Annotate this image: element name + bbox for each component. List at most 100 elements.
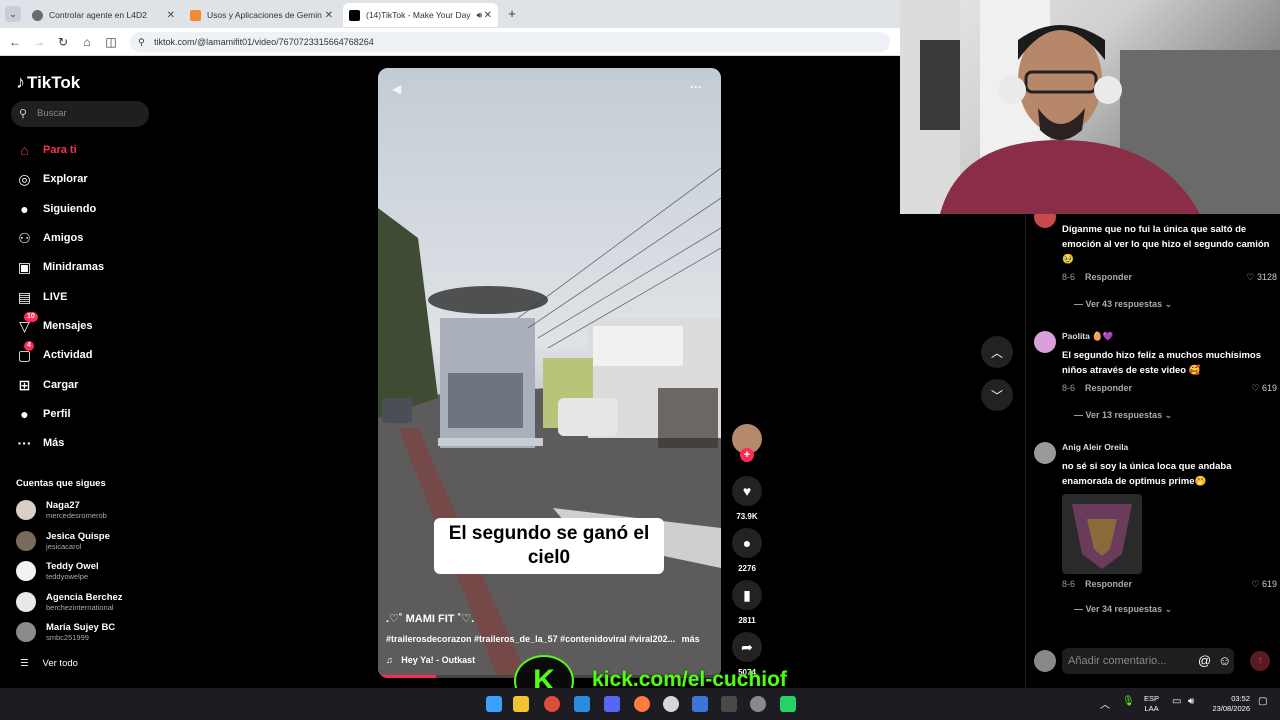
sidebar-item-para-ti[interactable]: ⌂ Para ti <box>16 140 76 160</box>
clock[interactable]: 03:52 23/08/2026 <box>1206 694 1250 714</box>
sidebar-item-cargar[interactable]: ⊞ Cargar <box>16 375 79 395</box>
new-tab-button[interactable]: + <box>503 5 521 23</box>
avatar <box>16 561 36 581</box>
next-video-button[interactable]: ﹀ <box>981 379 1013 411</box>
browser-tab-tiktok[interactable]: (14)TikTok - Make Your Day 🔊︎ ✕ <box>343 3 498 27</box>
tab-list-button[interactable]: ⌄ <box>5 6 21 22</box>
sidebar-toggle-icon[interactable]: ◫ <box>103 34 119 50</box>
home-icon[interactable]: ⌂ <box>79 34 95 50</box>
view-replies-button[interactable]: — Ver 13 respuestas ⌄ <box>1074 410 1172 421</box>
sidebar-item-explorar[interactable]: ◎ Explorar <box>16 169 87 189</box>
file-explorer-icon[interactable] <box>513 696 529 712</box>
sidebar-item-perfil[interactable]: ● Perfil <box>16 404 70 424</box>
comment-sticker-image[interactable] <box>1062 494 1142 574</box>
hashtags-text[interactable]: #trailerosdecorazon #traileros_de_la_57 … <box>386 634 675 644</box>
volume-icon[interactable]: 🔊︎ <box>1188 696 1194 707</box>
reply-button[interactable]: Responder <box>1085 579 1132 590</box>
video-more-options-icon[interactable]: ··· <box>690 80 702 94</box>
mute-icon[interactable]: ◀ <box>392 82 401 96</box>
sidebar-item-label: Actividad <box>43 349 93 361</box>
sidebar-item-amigos[interactable]: ⚇ Amigos <box>16 228 83 248</box>
app-icon[interactable] <box>634 696 650 712</box>
close-tab-icon[interactable]: ✕ <box>484 10 492 21</box>
avatar[interactable] <box>1034 442 1056 464</box>
windows-start-icon[interactable] <box>486 696 502 712</box>
view-replies-button[interactable]: — Ver 43 respuestas ⌄ <box>1074 299 1172 310</box>
avatar <box>16 622 36 642</box>
avatar[interactable] <box>1034 331 1056 353</box>
discord-icon[interactable] <box>604 696 620 712</box>
comment-meta: 8-6 Responder ♡ 619 <box>1062 579 1277 590</box>
microphone-icon[interactable]: 🎙︎ <box>1122 696 1135 707</box>
following-title: Cuentas que sigues <box>16 478 106 489</box>
following-account[interactable]: Agencia Berchez berchezinternational <box>16 590 123 614</box>
url-field[interactable]: ⚲ tiktok.com/@lamamifit01/video/76707233… <box>130 32 890 52</box>
comments-panel: Díganme que no fui la única que saltó de… <box>1025 214 1280 689</box>
reply-button[interactable]: Responder <box>1085 272 1132 283</box>
tiktok-logo[interactable]: ♪ TikTok <box>16 72 80 93</box>
comment-like-button[interactable]: ♡ 3128 <box>1246 272 1277 283</box>
comment-username[interactable]: Paolita 🥚💜 <box>1062 331 1113 342</box>
arrow-up-icon: ↑ <box>1257 655 1263 666</box>
search-input[interactable]: ⚲ Buscar <box>11 101 149 127</box>
caption-line-2: ciel0 <box>527 547 571 568</box>
comment-like-button[interactable]: ♡ 619 <box>1251 383 1277 394</box>
following-account[interactable]: María Sujey BC smbc251999 <box>16 620 115 644</box>
mention-icon[interactable]: @ <box>1198 653 1211 668</box>
following-account[interactable]: Jesica Quispe jesicacarol <box>16 529 110 553</box>
tray-overflow-icon[interactable]: ︿ <box>1100 696 1110 711</box>
chrome-icon[interactable] <box>544 696 560 712</box>
reply-button[interactable]: Responder <box>1085 383 1132 394</box>
language-indicator[interactable]: ESP LAA <box>1144 694 1159 714</box>
see-all-button[interactable]: ☰ Ver todo <box>20 658 78 669</box>
sidebar-item-siguiendo[interactable]: ● Siguiendo <box>16 199 96 219</box>
like-button[interactable]: ♥ 73.9K <box>731 476 763 521</box>
comment-username[interactable]: Anig Aleir Oreila <box>1062 442 1128 452</box>
terminal-icon[interactable] <box>721 696 737 712</box>
whatsapp-icon[interactable] <box>780 696 796 712</box>
account-info: María Sujey BC smbc251999 <box>46 622 115 642</box>
notifications-icon[interactable]: ▢ <box>1258 696 1267 707</box>
vscode-icon[interactable] <box>574 696 590 712</box>
following-account[interactable]: Teddy Owel teddyowelpe <box>16 559 99 583</box>
emoji-icon[interactable]: ☺ <box>1218 653 1231 668</box>
following-account[interactable]: Naga27 mercedesromerob <box>16 498 107 522</box>
openai-icon[interactable] <box>663 696 679 712</box>
sidebar-item-minidramas[interactable]: ▣ Minidramas <box>16 257 104 277</box>
sidebar-item-actividad[interactable]: ▢ 4 Actividad <box>16 340 93 365</box>
video-player[interactable]: ◀ ··· El segundo se ganó el ciel0 .♡˚ MA… <box>378 68 721 678</box>
site-info-icon[interactable]: ⚲ <box>138 32 145 52</box>
avatar[interactable] <box>1034 214 1056 228</box>
comment-meta: 8-6 Responder ♡ 619 <box>1062 383 1277 394</box>
forward-icon[interactable]: → <box>31 34 47 50</box>
back-icon[interactable]: ← <box>7 34 23 50</box>
post-comment-button[interactable]: ↑ <box>1250 651 1270 671</box>
video-author[interactable]: .♡˚ MAMI FIT ˚♡. <box>386 612 474 625</box>
close-tab-icon[interactable]: ✕ <box>325 10 333 21</box>
comment-text: Díganme que no fui la única que saltó de… <box>1062 224 1270 265</box>
language-code: ESP <box>1144 694 1160 703</box>
bookmark-icon: ▮ <box>732 580 762 610</box>
audio-playing-icon[interactable]: 🔊︎ <box>477 10 483 21</box>
comment-like-button[interactable]: ♡ 619 <box>1251 579 1277 590</box>
browser-tab-agent[interactable]: Controlar agente en L4D2 ✕ <box>26 3 181 27</box>
comment-button[interactable]: ● 2276 <box>731 528 763 573</box>
sidebar-item-mensajes[interactable]: ▽ 10 Mensajes <box>16 311 93 336</box>
list-icon: ☰ <box>20 658 29 669</box>
browser-tab-gemini[interactable]: Usos y Aplicaciones de Gemin ✕ <box>184 3 339 27</box>
video-music[interactable]: ♫ Hey Ya! - Outkast <box>386 655 475 665</box>
sidebar-item-live[interactable]: ▤ LIVE <box>16 287 68 307</box>
save-button[interactable]: ▮ 2811 <box>731 580 763 625</box>
sidebar-item-más[interactable]: ··· Más <box>16 433 65 453</box>
view-replies-button[interactable]: — Ver 34 respuestas ⌄ <box>1074 604 1172 615</box>
steam-icon[interactable] <box>750 696 766 712</box>
close-tab-icon[interactable]: ✕ <box>167 10 175 21</box>
network-icon[interactable]: ▭ <box>1172 696 1181 707</box>
tiktok-note-icon: ♪ <box>16 72 25 92</box>
creator-avatar[interactable]: + <box>731 424 763 462</box>
follow-plus-icon[interactable]: + <box>740 448 754 462</box>
app-icon[interactable] <box>692 696 708 712</box>
previous-video-button[interactable]: ︿ <box>981 336 1013 368</box>
show-more-link[interactable]: más <box>682 634 700 644</box>
reload-icon[interactable]: ↻ <box>55 34 71 50</box>
